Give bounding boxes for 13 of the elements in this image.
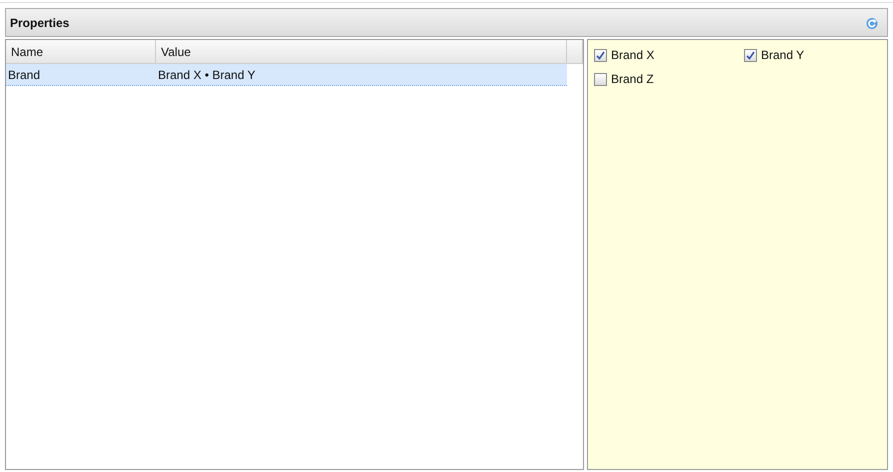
table-cell-text: Brand X • Brand Y <box>157 66 256 84</box>
column-header[interactable]: Name <box>6 40 156 63</box>
checkbox-label: Brand Z <box>611 72 654 86</box>
table-cell-text: Brand <box>7 66 42 84</box>
checkbox[interactable] <box>594 48 607 62</box>
checkbox[interactable] <box>594 72 607 86</box>
checkbox[interactable] <box>744 48 757 62</box>
panel-title: Properties <box>10 16 70 30</box>
table-row[interactable]: Brand Brand X • Brand Y <box>6 64 567 86</box>
refresh-icon[interactable] <box>865 16 879 30</box>
checkbox-label: Brand Y <box>761 48 804 62</box>
checkbox-label: Brand X <box>611 48 654 62</box>
column-header[interactable]: Value <box>156 40 567 63</box>
